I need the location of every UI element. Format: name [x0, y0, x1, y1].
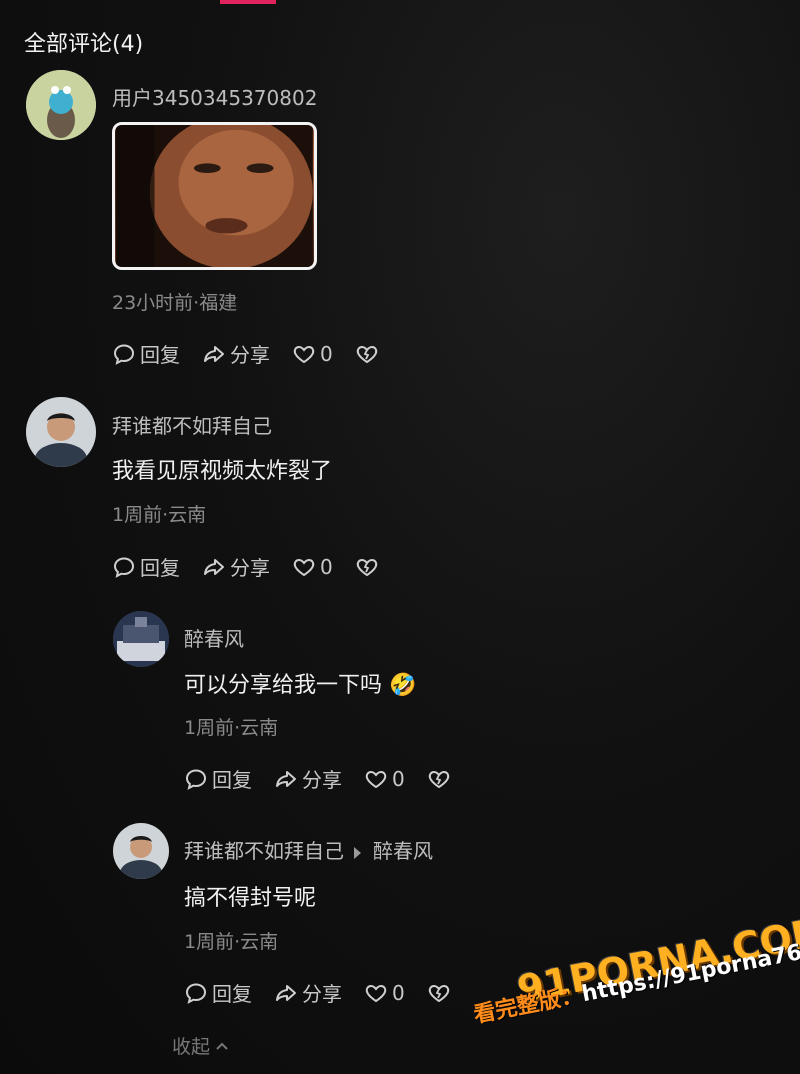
collapse-replies-button[interactable]: 收起 — [172, 1032, 230, 1059]
comment-meta: 1周前·云南 — [184, 717, 279, 739]
comment-meta: 1周前·云南 — [112, 504, 207, 526]
like-count: 0 — [320, 341, 333, 366]
reply-button[interactable]: 回复 — [112, 339, 180, 368]
reply-icon — [185, 768, 207, 790]
reply-label: 回复 — [212, 982, 252, 1006]
broken-heart-icon — [356, 558, 377, 576]
comment-image[interactable] — [112, 122, 317, 270]
share-icon — [276, 770, 296, 787]
reply-button[interactable]: 回复 — [184, 764, 252, 793]
share-label: 分享 — [302, 768, 342, 792]
broken-heart-icon — [428, 770, 449, 788]
comment-actions: 回复 分享 0 — [112, 339, 401, 368]
avatar[interactable] — [26, 397, 96, 467]
watermark-prefix: 看完整版： — [471, 982, 585, 1029]
avatar[interactable] — [26, 70, 96, 140]
chevron-up-icon — [216, 1042, 228, 1050]
reply-label: 回复 — [140, 556, 180, 580]
share-icon — [204, 558, 224, 575]
comment-actions: 回复 分享 0 — [184, 978, 473, 1007]
reply-button[interactable]: 回复 — [112, 552, 180, 581]
dislike-button[interactable] — [355, 342, 379, 366]
like-count: 0 — [392, 766, 405, 791]
share-icon — [204, 345, 224, 362]
dislike-button[interactable] — [427, 767, 451, 791]
comment-text: 可以分享给我一下吗 🤣 — [184, 673, 417, 698]
comment-meta: 23小时前·福建 — [112, 292, 238, 314]
reply-button[interactable]: 回复 — [184, 978, 252, 1007]
like-count: 0 — [320, 554, 333, 579]
comments-header: 全部评论(4) — [24, 32, 144, 57]
reply-target[interactable]: 醉春风 — [373, 839, 433, 863]
broken-heart-icon — [356, 345, 377, 363]
reply-label: 回复 — [212, 768, 252, 792]
heart-icon — [365, 770, 387, 788]
reply-icon — [113, 343, 135, 365]
share-button[interactable]: 分享 — [202, 552, 270, 581]
broken-heart-icon — [428, 984, 449, 1002]
like-button[interactable]: 0 — [364, 981, 405, 1005]
reply-label: 回复 — [140, 343, 180, 367]
like-count: 0 — [392, 980, 405, 1005]
dislike-button[interactable] — [355, 555, 379, 579]
comment-username: 拜谁都不如拜自己 醉春风 — [184, 835, 433, 864]
share-label: 分享 — [230, 343, 270, 367]
like-button[interactable]: 0 — [292, 342, 333, 366]
share-button[interactable]: 分享 — [274, 764, 342, 793]
collapse-label: 收起 — [172, 1036, 211, 1058]
share-button[interactable]: 分享 — [202, 339, 270, 368]
like-button[interactable]: 0 — [292, 555, 333, 579]
share-icon — [276, 984, 296, 1001]
avatar[interactable] — [113, 611, 169, 667]
heart-icon — [293, 345, 315, 363]
share-label: 分享 — [302, 982, 342, 1006]
comment-actions: 回复 分享 0 — [112, 552, 401, 581]
active-tab-indicator — [220, 0, 276, 4]
like-button[interactable]: 0 — [364, 767, 405, 791]
reply-author[interactable]: 拜谁都不如拜自己 — [184, 839, 344, 863]
comment-text: 我看见原视频太炸裂了 — [112, 459, 333, 484]
comment-username[interactable]: 醉春风 — [184, 623, 244, 652]
comment-meta: 1周前·云南 — [184, 931, 279, 953]
heart-icon — [365, 984, 387, 1002]
heart-icon — [293, 558, 315, 576]
share-label: 分享 — [230, 556, 270, 580]
avatar[interactable] — [113, 823, 169, 879]
comment-username[interactable]: 用户3450345370802 — [112, 82, 317, 111]
dislike-button[interactable] — [427, 981, 451, 1005]
reply-arrow-icon — [354, 846, 361, 859]
comment-text: 搞不得封号呢 — [184, 886, 317, 911]
reply-icon — [113, 556, 135, 578]
reply-icon — [185, 982, 207, 1004]
share-button[interactable]: 分享 — [274, 978, 342, 1007]
comment-actions: 回复 分享 0 — [184, 764, 473, 793]
comment-username[interactable]: 拜谁都不如拜自己 — [112, 410, 272, 439]
